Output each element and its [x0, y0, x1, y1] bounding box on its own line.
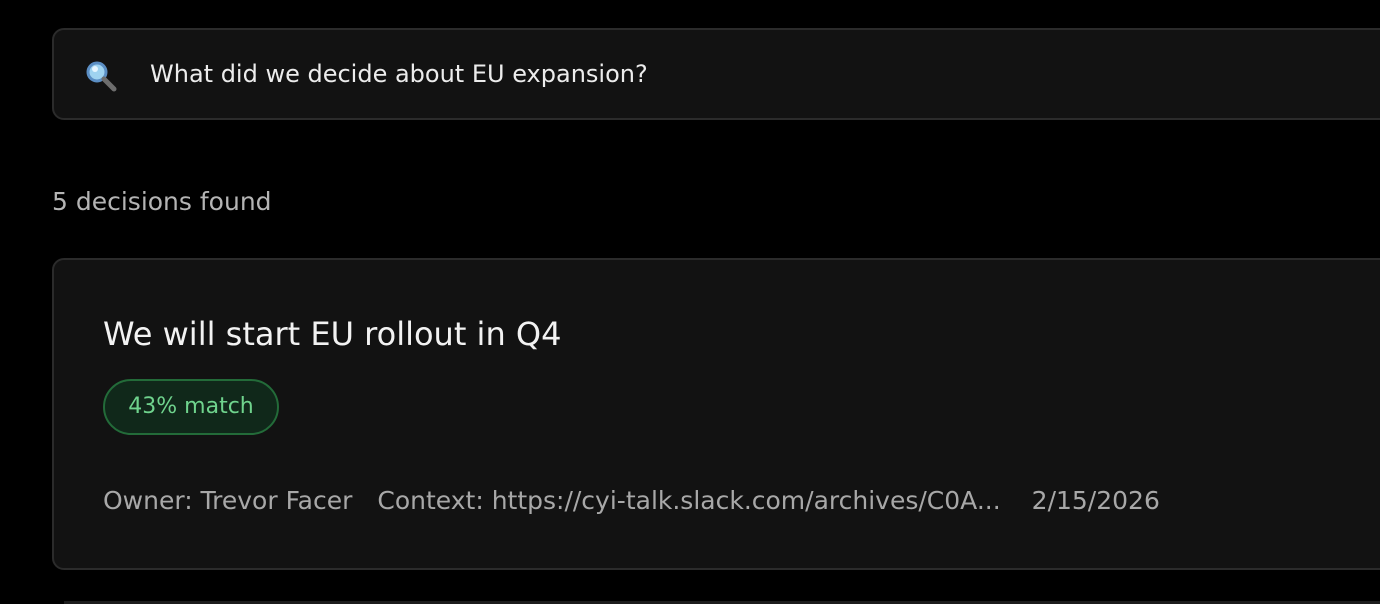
decision-search-page: What did we decide about EU expansion? 5…	[0, 0, 1380, 604]
decision-owner: Owner: Trevor Facer	[103, 486, 353, 515]
decision-card[interactable]: We will start EU rollout in Q4 43% match…	[52, 258, 1380, 570]
results-count: 5 decisions found	[52, 187, 272, 216]
search-icon	[84, 59, 118, 93]
search-input[interactable]: What did we decide about EU expansion?	[150, 30, 648, 118]
decision-title: We will start EU rollout in Q4	[103, 315, 562, 353]
decision-date: 2/15/2026	[1031, 486, 1160, 515]
decision-context-link[interactable]: Context: https://cyi-talk.slack.com/arch…	[377, 486, 1000, 515]
match-badge: 43% match	[103, 379, 279, 435]
search-bar[interactable]: What did we decide about EU expansion?	[52, 28, 1380, 120]
decision-meta: Owner: Trevor Facer Context: https://cyi…	[103, 486, 1160, 515]
